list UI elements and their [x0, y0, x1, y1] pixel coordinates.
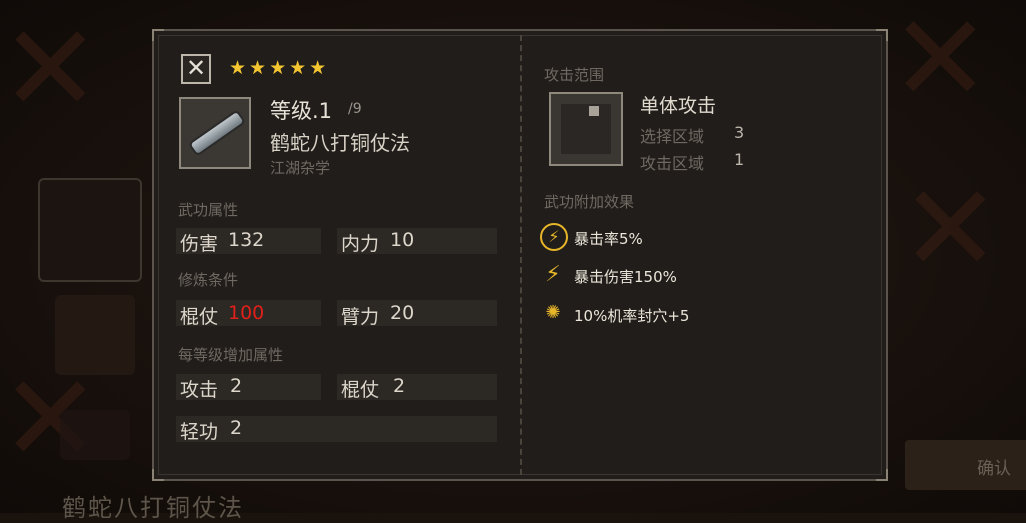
range-target-marker	[589, 106, 599, 116]
neili-value: 10	[390, 229, 415, 251]
corner-ornament	[152, 29, 164, 41]
skill-level-max: /9	[348, 101, 362, 117]
bg-pattern-x: ✕	[890, 0, 991, 129]
damage-label: 伤害	[180, 233, 219, 255]
section-title-range: 攻击范围	[544, 66, 605, 84]
select-area-value: 3	[734, 123, 745, 142]
corner-ornament	[876, 29, 888, 41]
staff-bonus-value: 2	[393, 375, 406, 397]
damage-value: 132	[228, 229, 265, 251]
section-title-attributes: 武功属性	[178, 201, 239, 219]
range-grid-area	[561, 104, 611, 154]
qinggong-value: 2	[230, 417, 243, 439]
qinggong-label: 轻功	[180, 421, 219, 443]
skill-level: 等级.1	[270, 99, 333, 123]
skill-icon	[179, 97, 251, 169]
staff-req-value: 100	[228, 302, 265, 324]
corner-ornament	[152, 469, 164, 481]
attack-area-label: 攻击区域	[640, 154, 705, 173]
skill-slot[interactable]	[55, 295, 135, 375]
skill-category: 江湖杂学	[270, 159, 331, 177]
skill-name: 鹤蛇八打铜仗法	[270, 131, 410, 155]
arm-req-label: 臂力	[341, 306, 380, 328]
skill-slot-selected[interactable]	[38, 178, 142, 282]
section-title-requirements: 修炼条件	[178, 271, 239, 289]
skill-detail-panel: ✕ ★★★★★ 等级.1 /9 鹤蛇八打铜仗法 江湖杂学 武功属性 伤害 132…	[152, 29, 888, 481]
confirm-button[interactable]: 确认	[905, 440, 1026, 490]
section-title-per-level: 每等级增加属性	[178, 346, 284, 364]
close-icon: ✕	[185, 54, 207, 82]
neili-label: 内力	[341, 233, 380, 255]
seal-point-icon: ✺	[545, 302, 561, 323]
lightning-icon: ⚡	[545, 262, 561, 287]
arm-req-value: 20	[390, 302, 415, 324]
effect-crit-damage: 暴击伤害150%	[574, 268, 677, 286]
attack-type: 单体攻击	[640, 95, 717, 117]
staff-bonus-label: 棍仗	[341, 379, 380, 401]
bg-pattern-x: ✕	[900, 160, 1001, 299]
background-skill-title: 鹤蛇八打铜仗法	[62, 494, 244, 522]
staff-icon	[190, 112, 244, 154]
staff-req-label: 棍仗	[180, 306, 219, 328]
corner-ornament	[876, 469, 888, 481]
panel-divider	[520, 35, 522, 475]
skill-slot[interactable]	[60, 410, 130, 460]
attack-value: 2	[230, 375, 243, 397]
attack-area-value: 1	[734, 150, 745, 169]
effect-seal-point: 10%机率封穴+5	[574, 307, 690, 325]
bg-pattern-x: ✕	[0, 0, 101, 139]
lightning-circle-icon: ⚡	[540, 223, 568, 251]
select-area-label: 选择区域	[640, 127, 705, 146]
close-button[interactable]: ✕	[181, 54, 211, 84]
attack-label: 攻击	[180, 379, 219, 401]
section-title-effects: 武功附加效果	[544, 193, 635, 211]
star-rating: ★★★★★	[229, 57, 330, 79]
stat-row-bg	[176, 416, 497, 442]
confirm-button-label: 确认	[977, 459, 1011, 479]
effect-crit-rate: 暴击率5%	[574, 230, 643, 248]
attack-range-grid	[549, 92, 623, 166]
